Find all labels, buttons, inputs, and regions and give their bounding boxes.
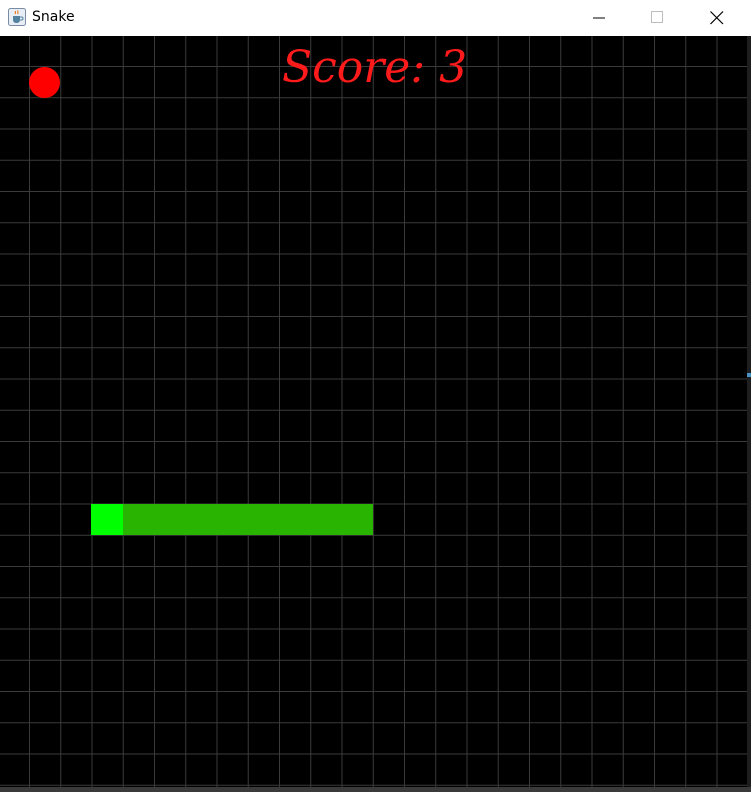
- close-button[interactable]: [688, 0, 746, 36]
- snake-head: [91, 504, 123, 535]
- snake-window: Snake Score: 3: [0, 0, 751, 792]
- game-board[interactable]: [0, 36, 747, 787]
- java-cup-icon: [8, 8, 26, 26]
- window-edge: [747, 36, 751, 787]
- minimize-icon: [593, 17, 605, 19]
- window-title: Snake: [32, 9, 75, 25]
- score-label: Score: 3: [282, 42, 468, 93]
- minimize-button[interactable]: [571, 0, 629, 36]
- maximize-button[interactable]: [629, 0, 687, 36]
- window-bottom-border: [0, 787, 751, 792]
- title-bar[interactable]: Snake: [0, 0, 751, 36]
- snake-body: [123, 504, 373, 535]
- close-icon: [710, 11, 724, 25]
- food-apple: [29, 67, 60, 98]
- resize-edge-marker: [747, 373, 751, 377]
- maximize-icon: [651, 11, 663, 23]
